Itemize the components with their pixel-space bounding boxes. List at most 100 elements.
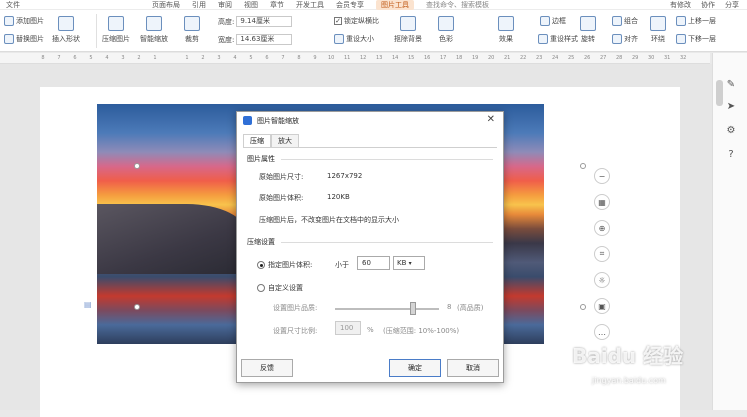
reset-style-button[interactable]: 重设样式	[538, 34, 578, 44]
crop-button[interactable]: 裁剪	[184, 16, 200, 44]
collapse-icon[interactable]: −	[594, 168, 610, 184]
settings-icon[interactable]: ⚙	[725, 125, 737, 137]
rotate-button[interactable]: 旋转	[580, 16, 596, 44]
vertical-scrollbar[interactable]	[716, 80, 723, 106]
crop-icon[interactable]: ⌗	[594, 246, 610, 262]
effects-button[interactable]: 效果	[498, 16, 514, 44]
menu-references[interactable]: 引用	[192, 0, 206, 10]
close-icon[interactable]: ✕	[487, 114, 495, 125]
remove-background-button[interactable]: 抠除背景	[394, 16, 422, 44]
volume-unit-select[interactable]: KB ▾	[393, 256, 425, 270]
anchor-icon[interactable]: ▤	[84, 300, 92, 309]
ruler-tick: 5	[89, 55, 93, 61]
menu-developer[interactable]: 开发工具	[296, 0, 324, 10]
resize-handle[interactable]	[134, 163, 140, 169]
option-custom-radio[interactable]: 自定义设置	[257, 283, 303, 293]
ruler-tick: 24	[552, 55, 559, 61]
share-button[interactable]: 分享	[725, 0, 739, 10]
volume-input[interactable]: 60	[357, 256, 390, 270]
section-compress-settings: 压缩设置	[247, 237, 493, 247]
orig-size-value: 1267x792	[327, 172, 363, 180]
modified-status[interactable]: 有修改	[670, 0, 691, 10]
cursor-icon[interactable]: ➤	[725, 101, 737, 113]
ruler-tick: 29	[632, 55, 639, 61]
picture-icon[interactable]: ▣	[594, 298, 610, 314]
resize-handle[interactable]	[580, 163, 586, 169]
send-backward-button[interactable]: 下移一层	[676, 34, 716, 44]
compress-picture-button[interactable]: 压缩图片	[102, 16, 130, 44]
less-than-label: 小于	[335, 261, 349, 269]
ratio-range: (压缩范围: 10%-100%)	[383, 327, 460, 335]
menu-review[interactable]: 审阅	[218, 0, 232, 10]
ruler-tick: 18	[456, 55, 463, 61]
bring-forward-button[interactable]: 上移一层	[676, 16, 716, 26]
add-picture-button[interactable]: 添加图片	[4, 16, 44, 26]
insert-shape-button[interactable]: 插入形状	[52, 16, 80, 44]
align-button[interactable]: 对齐	[612, 34, 638, 44]
layout-icon[interactable]: ▦	[594, 194, 610, 210]
ruler-tick: 19	[472, 55, 479, 61]
menu-member[interactable]: 会员专享	[336, 0, 364, 10]
quality-slider-thumb[interactable]	[410, 302, 416, 315]
combine-icon	[612, 16, 622, 26]
resize-handle[interactable]	[580, 304, 586, 310]
reset-style-icon	[538, 34, 548, 44]
ruler-tick: 15	[408, 55, 415, 61]
ruler-tick: 30	[648, 55, 655, 61]
ruler-tick: 7	[281, 55, 285, 61]
replace-picture-button[interactable]: 替换图片	[4, 34, 44, 44]
orig-volume-value: 120KB	[327, 193, 350, 201]
align-icon	[612, 34, 622, 44]
reset-size-button[interactable]: 重设大小	[334, 34, 374, 44]
app-icon	[243, 116, 252, 125]
border-button[interactable]: 边框	[540, 16, 566, 26]
tab-compress[interactable]: 压缩	[243, 134, 271, 147]
border-icon	[540, 16, 550, 26]
dialog-titlebar[interactable]: 图片智能缩放 ✕	[237, 112, 503, 129]
rotate-icon	[580, 16, 596, 31]
height-input[interactable]: 9.14厘米	[236, 16, 293, 27]
color-button[interactable]: 色彩	[438, 16, 454, 44]
menu-view[interactable]: 视图	[244, 0, 258, 10]
help-icon[interactable]: ?	[725, 149, 737, 161]
divider	[96, 14, 97, 48]
more-icon[interactable]: …	[594, 324, 610, 340]
wrap-button[interactable]: 环绕	[650, 16, 666, 44]
tab-enlarge[interactable]: 放大	[271, 134, 299, 147]
collaborate-button[interactable]: 协作	[701, 0, 715, 10]
dialog-tabs: 压缩 放大	[243, 134, 299, 147]
menu-chapter[interactable]: 章节	[270, 0, 284, 10]
ratio-input[interactable]: 100	[335, 321, 361, 335]
zoom-icon[interactable]: ⊕	[594, 220, 610, 236]
lightbulb-icon[interactable]: ☼	[594, 272, 610, 288]
picture-content	[97, 204, 247, 274]
smart-scale-button[interactable]: 智能缩放	[140, 16, 168, 44]
quality-slider-track[interactable]	[335, 308, 439, 310]
ok-button[interactable]: 确定	[389, 359, 441, 377]
menu-picture-tools[interactable]: 图片工具	[376, 0, 414, 10]
cancel-button[interactable]: 取消	[447, 359, 499, 377]
search-input[interactable]: 查找命令、搜索模板	[426, 0, 489, 10]
resize-handle[interactable]	[134, 304, 140, 310]
menu-file[interactable]: 文件	[6, 0, 20, 10]
horizontal-ruler[interactable]: 8 7 6 5 4 3 2 1 1 2 3 4 5 6 7 8 9 10 11 …	[0, 53, 710, 64]
combine-button[interactable]: 组合	[612, 16, 638, 26]
menu-page-layout[interactable]: 页面布局	[152, 0, 180, 10]
ruler-tick: 4	[233, 55, 237, 61]
pen-icon[interactable]: ✎	[725, 79, 737, 91]
ratio-label: 设置尺寸比例:	[273, 327, 318, 335]
feedback-button[interactable]: 反馈	[241, 359, 293, 377]
ruler-tick: 12	[360, 55, 367, 61]
menu-bar: 文件 页面布局 引用 审阅 视图 章节 开发工具 会员专享 图片工具 查找命令、…	[0, 0, 747, 10]
lock-ratio-checkbox[interactable]: ✓ 锁定纵横比	[334, 16, 379, 26]
checkmark-icon: ✓	[334, 17, 342, 25]
ratio-unit: %	[367, 326, 374, 334]
quality-value: 8	[447, 303, 452, 311]
smart-scale-icon	[146, 16, 162, 31]
shape-icon	[58, 16, 74, 31]
watermark-logo: Baidu 经验	[572, 344, 684, 368]
width-input[interactable]: 14.63厘米	[236, 34, 293, 45]
ruler-tick: 32	[680, 55, 687, 61]
watermark-url: jingyan.baidu.com	[592, 376, 666, 385]
option-volume-radio[interactable]: 指定图片体积:	[257, 260, 312, 270]
